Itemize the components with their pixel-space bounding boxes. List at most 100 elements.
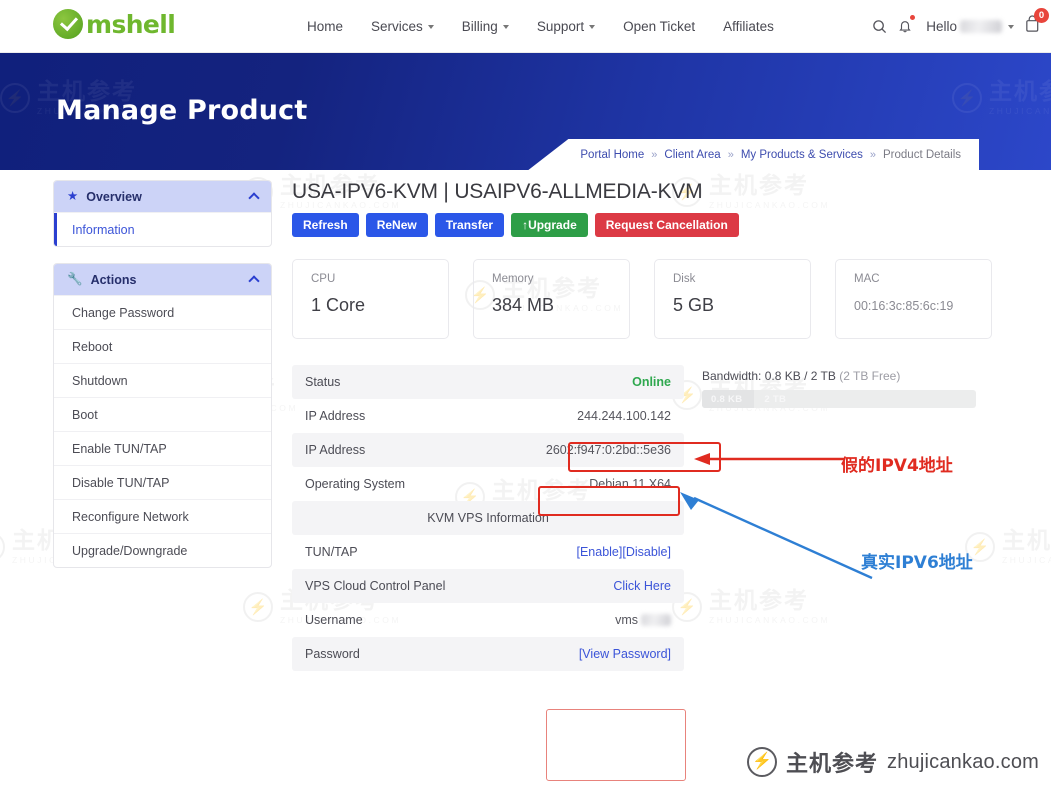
sidebar-item-label: Information [72,222,135,237]
detail-label: VPS Cloud Control Panel [305,579,446,593]
footer-watermark-en: zhujicankao.com [887,750,1039,773]
site-logo[interactable]: mshell [53,9,176,39]
tuntap-toggle-links[interactable]: [Enable][Disable] [576,545,671,559]
nav-item-home[interactable]: Home [293,19,357,34]
bandwidth-section: Bandwidth: 0.8 KB / 2 TB (2 TB Free) 0.8… [684,365,976,671]
sidebar-item-label: Reboot [72,339,113,354]
annotation-ipv4-fake: 假的IPV4地址 [841,456,953,476]
details-section: Status Online IP Address 244.244.100.142… [292,365,992,671]
sidebar-group-title: Actions [90,272,137,287]
watermark-en: ZHUJICANKAO.COM [989,106,1051,116]
control-panel-link[interactable]: Click Here [613,579,671,593]
os-value: Debian 11 X64 [589,477,671,491]
breadcrumb: Portal Home » Client Area » My Products … [528,139,979,170]
nav-item-services[interactable]: Services [357,19,448,34]
greeting-label: Hello [926,19,1002,34]
stat-label: CPU [311,273,336,285]
bandwidth-used-label: 0.8 KB [711,393,743,405]
page-root: mshell Home Services Billing Support Ope… [0,0,1051,792]
annotation-ipv6-real: 真实IPV6地址 [861,553,973,573]
ipv4-value: 244.244.100.142 [577,409,671,423]
request-cancellation-button[interactable]: Request Cancellation [594,213,739,237]
product-title: USA-IPV6-KVM | USAIPV6-ALLMEDIA-KVM [292,180,703,203]
detail-label: TUN/TAP [305,545,358,559]
sidebar-item-enable-tuntap[interactable]: Enable TUN/TAP [54,431,271,465]
sidebar-group-header-overview[interactable]: ★ Overview [54,181,271,212]
bell-icon[interactable] [892,14,918,40]
nav-label: Services [371,19,423,34]
nav-label: Open Ticket [623,19,696,34]
sidebar-item-change-password[interactable]: Change Password [54,295,271,329]
stat-card-cpu: CPU 1 Core [292,259,449,339]
refresh-button[interactable]: Refresh [292,213,359,237]
stat-label: MAC [854,273,880,285]
page-content: 主机参考 ZHUJICANKAO.COM 主机参考 ZHUJICANKAO.CO… [0,170,1051,792]
stat-value: 5 GB [673,295,715,315]
stat-label: Memory [492,273,534,285]
search-icon[interactable] [866,14,892,40]
detail-label: KVM VPS Information [427,511,549,525]
main-panel: USA-IPV6-KVM | USAIPV6-ALLMEDIA-KVM Refr… [292,180,992,671]
sidebar-group-header-actions[interactable]: 🔧 Actions [54,264,271,295]
detail-row-os: Operating System Debian 11 X64 [292,467,684,501]
upgrade-button[interactable]: ↑Upgrade [511,213,588,237]
breadcrumb-separator: » [727,148,734,161]
sidebar-item-information[interactable]: Information [54,212,271,246]
nav-utilities: Hello 0 [866,0,1049,53]
stat-card-mac: MAC 00:16:3c:85:6c:19 [835,259,992,339]
nav-item-open-ticket[interactable]: Open Ticket [609,19,709,34]
bandwidth-progress-bar: 0.8 KB 2 TB [702,390,976,408]
sidebar-item-label: Boot [72,407,98,422]
detail-row-ipv4: IP Address 244.244.100.142 [292,399,684,433]
detail-label: Status [305,375,341,389]
transfer-button[interactable]: Transfer [434,213,505,237]
sidebar-item-label: Upgrade/Downgrade [72,543,188,558]
breadcrumb-separator: » [651,148,658,161]
username-value: vms [615,613,671,627]
nav-label: Support [536,19,585,34]
watermark-logo-icon [0,532,5,563]
username-text: vms [615,613,638,627]
primary-nav: Home Services Billing Support Open Ticke… [293,0,788,53]
credentials-highlight-box [546,709,686,781]
sidebar-group-title: Overview [86,189,142,204]
chevron-down-icon [427,24,434,29]
ipv6-value: 2602:f947:0:2bd::5e36 [545,443,671,457]
watermark-logo-icon [243,592,273,623]
sidebar-item-boot[interactable]: Boot [54,397,271,431]
sidebar-item-shutdown[interactable]: Shutdown [54,363,271,397]
username-blurred [641,614,671,626]
bandwidth-text: Bandwidth: 0.8 KB / 2 TB (2 TB Free) [702,369,976,383]
view-password-link[interactable]: [View Password] [579,647,671,661]
sidebar-item-label: Reconfigure Network [72,509,189,524]
nav-item-support[interactable]: Support [523,19,609,34]
detail-row-tuntap: TUN/TAP [Enable][Disable] [292,535,684,569]
stat-value: 00:16:3c:85:6c:19 [854,299,954,313]
nav-label: Billing [461,19,498,34]
renew-button[interactable]: ReNew [365,213,428,237]
detail-label: Operating System [305,477,406,491]
sidebar-item-disable-tuntap[interactable]: Disable TUN/TAP [54,465,271,499]
chevron-down-icon[interactable] [1008,24,1014,29]
detail-label: IP Address [305,409,366,423]
bandwidth-usage: Bandwidth: 0.8 KB / 2 TB [702,369,836,383]
chevron-down-icon [502,24,509,29]
greeting-text: Hello [926,19,957,34]
sidebar-item-label: Enable TUN/TAP [72,441,167,456]
star-icon: ★ [67,189,79,204]
details-rows: Status Online IP Address 244.244.100.142… [292,365,684,671]
sidebar-item-reconfigure-network[interactable]: Reconfigure Network [54,499,271,533]
cart-button[interactable]: 0 [1024,8,1049,38]
nav-item-affiliates[interactable]: Affiliates [709,19,788,34]
breadcrumb-item-client-area[interactable]: Client Area [664,149,720,161]
detail-row-password: Password [View Password] [292,637,684,671]
nav-item-billing[interactable]: Billing [448,19,523,34]
breadcrumb-item-my-products[interactable]: My Products & Services [741,149,863,161]
stat-value: 1 Core [311,295,366,315]
breadcrumb-item-portal-home[interactable]: Portal Home [580,149,644,161]
sidebar-item-upgrade-downgrade[interactable]: Upgrade/Downgrade [54,533,271,567]
detail-row-control-panel: VPS Cloud Control Panel Click Here [292,569,684,603]
kvm-vps-information-button[interactable]: KVM VPS Information [292,501,684,535]
sidebar-item-reboot[interactable]: Reboot [54,329,271,363]
detail-label: Username [305,613,363,627]
